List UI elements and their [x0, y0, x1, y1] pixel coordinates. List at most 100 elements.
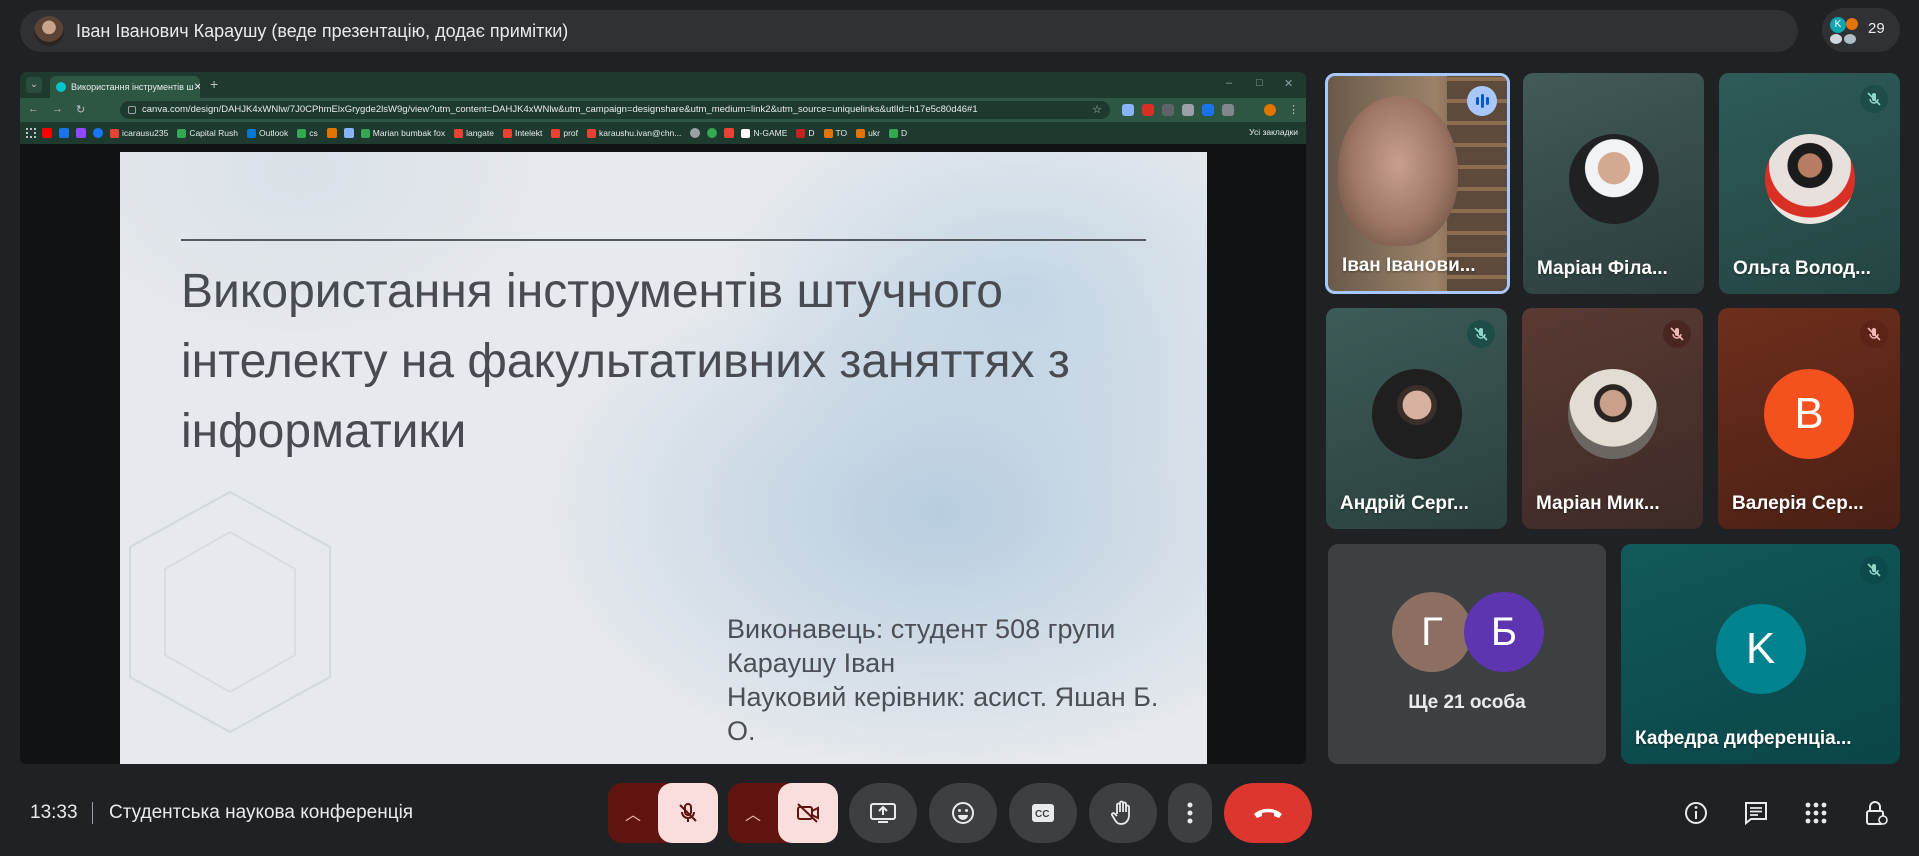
bookmark-item[interactable]: Marian bumbak fox: [360, 128, 445, 138]
participant-tile[interactable]: Маріан Філа...: [1523, 73, 1704, 294]
present-screen-button[interactable]: [849, 783, 917, 843]
bookmark-icon[interactable]: [690, 128, 701, 138]
extension-icon[interactable]: [1122, 104, 1134, 116]
bookmark-item[interactable]: icarausu235: [110, 128, 168, 138]
browser-tab[interactable]: Використання інструментів ш ✕: [50, 76, 200, 98]
all-bookmarks-folder[interactable]: Усі закладки: [1249, 127, 1298, 137]
extension-icon[interactable]: [1162, 104, 1174, 116]
extensions-puzzle-icon[interactable]: [1222, 104, 1234, 116]
raise-hand-button[interactable]: [1089, 783, 1157, 843]
mic-off-icon: [679, 803, 697, 822]
participant-tile[interactable]: K Кафедра диференціа...: [1621, 544, 1900, 764]
close-tab-icon[interactable]: ✕: [194, 82, 200, 93]
site-info-icon[interactable]: [128, 106, 136, 114]
slide-title: Використання інструментів штучного інтел…: [181, 265, 1070, 458]
apps-grid-icon: [1805, 802, 1827, 824]
browser-tab-bar: ⌄ Використання інструментів ш ✕ + – □ ✕: [20, 72, 1306, 98]
bookmark-icon[interactable]: [59, 128, 69, 138]
bookmark-item[interactable]: Intelekt: [502, 128, 542, 138]
more-options-button[interactable]: [1168, 783, 1212, 843]
meeting-details-button[interactable]: [1680, 797, 1712, 829]
extension-icon[interactable]: [1142, 104, 1154, 116]
mic-options-chevron-icon[interactable]: ︿: [608, 801, 658, 825]
apps-grid-icon[interactable]: [26, 128, 36, 138]
bookmark-item[interactable]: TO: [823, 128, 847, 138]
leave-call-button[interactable]: [1224, 783, 1312, 843]
camera-options-chevron-icon[interactable]: ︿: [728, 801, 778, 825]
new-tab-icon[interactable]: +: [210, 76, 218, 92]
minimize-icon[interactable]: –: [1226, 77, 1232, 89]
participant-name: Валерія Сер...: [1732, 493, 1864, 514]
close-window-icon[interactable]: ✕: [1284, 77, 1293, 90]
captions-button[interactable]: CC: [1009, 783, 1077, 843]
bookmark-item[interactable]: D: [888, 128, 907, 138]
back-icon[interactable]: ←: [28, 103, 39, 115]
mic-off-icon: [1467, 320, 1495, 348]
people-button[interactable]: K 29: [1822, 8, 1900, 52]
profile-icon[interactable]: [1264, 104, 1276, 116]
bookmark-item[interactable]: N-GAME: [741, 128, 787, 138]
youtube-icon[interactable]: [42, 128, 52, 138]
bookmark-item[interactable]: prof: [551, 128, 578, 138]
chat-button[interactable]: [1740, 797, 1772, 829]
bookmark-item[interactable]: langate: [454, 128, 494, 138]
tab-search-icon[interactable]: ⌄: [26, 77, 42, 93]
hang-up-icon: [1254, 808, 1282, 818]
participant-tile[interactable]: Ольга Волод...: [1719, 73, 1900, 294]
mic-off-icon: [1860, 320, 1888, 348]
participant-tile[interactable]: Іван Іванови...: [1325, 73, 1510, 294]
meeting-clock: 13:33: [30, 802, 78, 823]
reactions-button[interactable]: [929, 783, 997, 843]
steam-icon[interactable]: [343, 128, 354, 138]
facebook-icon[interactable]: [93, 128, 103, 138]
camera-toggle-button[interactable]: [778, 783, 838, 843]
participant-mini-avatar: [1846, 18, 1858, 30]
maximize-icon[interactable]: □: [1256, 77, 1263, 89]
bookmark-item[interactable]: cs: [297, 128, 318, 138]
bookmark-icon[interactable]: [326, 128, 337, 138]
extension-icon[interactable]: [1182, 104, 1194, 116]
author-line: Науковий керівник: асист. Яшан Б. О.: [727, 682, 1159, 746]
bookmark-item[interactable]: Outlook: [246, 128, 288, 138]
url-text: canva.com/design/DAHJK4xWNlw/7J0CPhmElxG…: [142, 104, 978, 115]
participant-video: [1338, 96, 1458, 246]
bookmark-item[interactable]: ukr: [856, 128, 880, 138]
bookmarks-bar: icarausu235 Capital Rush Outlook cs Mari…: [20, 122, 1306, 144]
participant-name: Маріан Мик...: [1536, 493, 1660, 514]
activities-button[interactable]: [1800, 797, 1832, 829]
extension-icon[interactable]: [1202, 104, 1214, 116]
participant-tile[interactable]: В Валерія Сер...: [1718, 308, 1900, 529]
participant-tile[interactable]: Маріан Мик...: [1522, 308, 1703, 529]
chat-icon: [1745, 802, 1767, 826]
bookmark-item[interactable]: Capital Rush: [177, 128, 238, 138]
browser-menu-icon[interactable]: ⋮: [1288, 103, 1299, 116]
participant-initial-avatar: В: [1764, 368, 1854, 459]
address-bar-row: ← → ↻ canva.com/design/DAHJK4xWNlw/7J0CP…: [20, 98, 1306, 122]
mic-toggle-button[interactable]: [658, 783, 718, 843]
twitch-icon[interactable]: [76, 128, 86, 138]
speaking-indicator-icon: [1467, 86, 1497, 116]
participant-name: Андрій Серг...: [1340, 493, 1469, 514]
meeting-title: Студентська наукова конференція: [109, 802, 414, 823]
participant-initial-avatar: Г: [1392, 592, 1472, 672]
others-tile[interactable]: Г Б Ще 21 особа: [1328, 544, 1606, 764]
reload-icon[interactable]: ↻: [76, 103, 85, 116]
bookmark-icon[interactable]: [707, 128, 718, 138]
canva-icon: [56, 82, 66, 92]
participant-initial-avatar: Б: [1464, 592, 1544, 672]
mic-off-icon: [1860, 85, 1888, 113]
bookmark-item[interactable]: karaushu.ivan@chn...: [587, 128, 681, 138]
participant-avatar: [1568, 133, 1659, 224]
participant-tile[interactable]: Андрій Серг...: [1326, 308, 1507, 529]
mic-control-group: ︿: [608, 783, 718, 843]
participant-avatar: [1371, 368, 1462, 459]
url-field[interactable]: canva.com/design/DAHJK4xWNlw/7J0CPhmElxG…: [120, 101, 1110, 119]
host-controls-button[interactable]: [1860, 797, 1892, 829]
hexagon-decoration: [129, 490, 331, 734]
bookmark-icon[interactable]: [724, 128, 735, 138]
forward-icon[interactable]: →: [52, 103, 63, 115]
bookmark-star-icon[interactable]: ☆: [1092, 101, 1102, 119]
bookmark-item[interactable]: D: [796, 128, 815, 138]
shared-screen: ⌄ Використання інструментів ш ✕ + – □ ✕ …: [20, 72, 1306, 764]
presentation-slide: Використання інструментів штучного інтел…: [120, 152, 1207, 764]
